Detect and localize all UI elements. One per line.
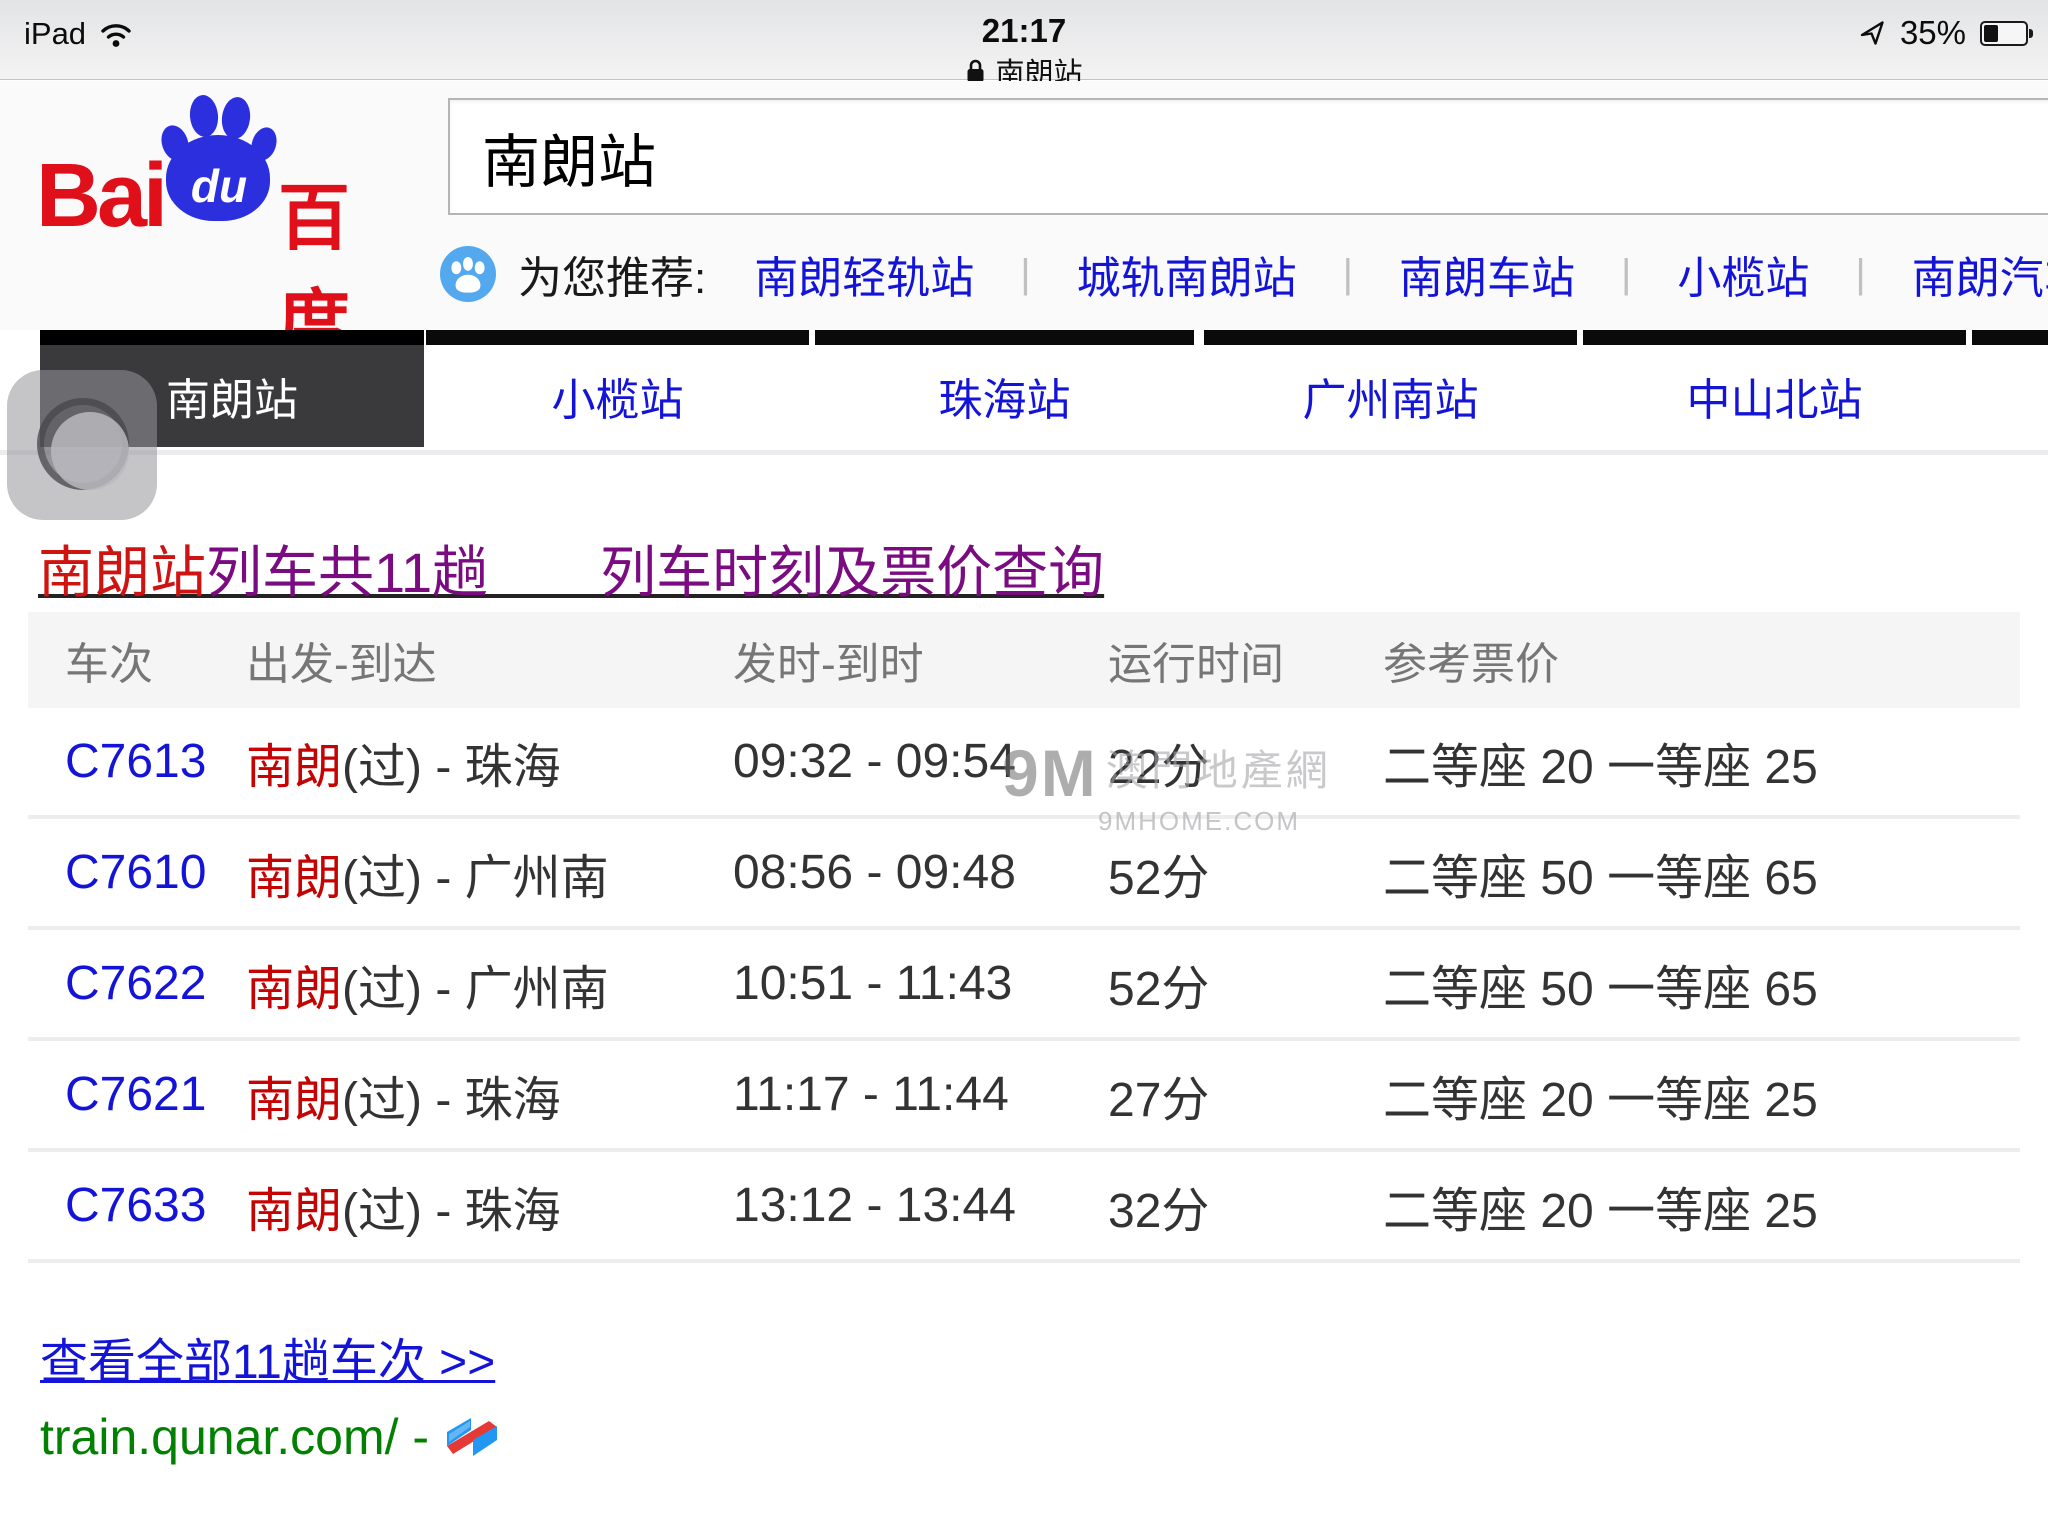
- route-rest: (过) - 珠海: [342, 741, 561, 794]
- route-from-highlight: 南朗: [246, 963, 342, 1016]
- duration-cell: 52分: [1108, 838, 1383, 908]
- suggestion-row: 为您推荐: 南朗轻轨站 | 城轨南朗站 | 南朗车站 | 小榄站 | 南朗汽车: [440, 244, 2048, 304]
- table-row: C7621 南朗(过) - 珠海 11:17 - 11:44 27分 二等座 2…: [28, 1041, 2020, 1152]
- tab-zhongshanbei[interactable]: 中山北站: [1583, 330, 1966, 447]
- train-number-link[interactable]: C7610: [65, 846, 206, 899]
- train-number-link[interactable]: C7622: [65, 957, 206, 1010]
- table-row: C7610 南朗(过) - 广州南 08:56 - 09:48 52分 二等座 …: [28, 819, 2020, 930]
- price-cell: 二等座 20 一等座 25: [1383, 727, 2020, 797]
- clock: 21:17: [0, 12, 2048, 50]
- location-arrow-icon: [1859, 20, 1886, 47]
- tab-zhuhai[interactable]: 珠海站: [815, 330, 1194, 447]
- table-row: C7622 南朗(过) - 广州南 10:51 - 11:43 52分 二等座 …: [28, 930, 2020, 1041]
- station-tab-bar: 南朗站 小榄站 珠海站 广州南站 中山北站: [40, 330, 2048, 448]
- price-cell: 二等座 50 一等座 65: [1383, 838, 2020, 908]
- view-all-trains-link[interactable]: 查看全部11趟车次 >>: [40, 1322, 495, 1392]
- route-from-highlight: 南朗: [246, 852, 342, 905]
- price-cell: 二等座 50 一等座 65: [1383, 949, 2020, 1019]
- train-number-link[interactable]: C7633: [65, 1179, 206, 1232]
- train-number-link[interactable]: C7613: [65, 735, 206, 788]
- source-url: train.qunar.com/ -: [40, 1408, 429, 1466]
- table-header: 车次 出发-到达 发时-到时 运行时间 参考票价: [28, 612, 2020, 708]
- train-number-link[interactable]: C7621: [65, 1068, 206, 1121]
- route-from-highlight: 南朗: [246, 1074, 342, 1127]
- suggest-link-5[interactable]: 南朗汽车: [1912, 244, 2048, 304]
- duration-cell: 52分: [1108, 949, 1383, 1019]
- status-bar: iPad 21:17 南朗站 35%: [0, 0, 2048, 80]
- train-table: 车次 出发-到达 发时-到时 运行时间 参考票价 C7613 南朗(过) - 珠…: [28, 612, 2020, 1263]
- route-rest: (过) - 珠海: [342, 1074, 561, 1127]
- tab-partial[interactable]: [1972, 330, 2048, 447]
- tab-guangzhounan[interactable]: 广州南站: [1204, 330, 1577, 447]
- suggest-link-1[interactable]: 南朗轻轨站: [754, 244, 974, 304]
- separator: |: [1855, 252, 1865, 297]
- time-cell: 13:12 - 13:44: [733, 1178, 1108, 1233]
- col-duration: 运行时间: [1108, 628, 1383, 692]
- time-cell: 10:51 - 11:43: [733, 956, 1108, 1011]
- route-rest: (过) - 广州南: [342, 963, 609, 1016]
- suggest-link-3[interactable]: 南朗车站: [1399, 244, 1575, 304]
- source-line: train.qunar.com/ -: [40, 1408, 501, 1466]
- result-title-link[interactable]: 南朗站列车共11趟 列车时刻及票价查询: [38, 528, 1104, 609]
- col-price: 参考票价: [1383, 628, 2020, 692]
- duration-cell: 32分: [1108, 1171, 1383, 1241]
- separator: |: [1621, 252, 1631, 297]
- suggest-link-2[interactable]: 城轨南朗站: [1077, 244, 1297, 304]
- search-query-text: 南朗站: [482, 115, 656, 199]
- duration-cell: 27分: [1108, 1060, 1383, 1130]
- price-cell: 二等座 20 一等座 25: [1383, 1060, 2020, 1130]
- route-rest: (过) - 广州南: [342, 852, 609, 905]
- price-cell: 二等座 20 一等座 25: [1383, 1171, 2020, 1241]
- table-row: C7613 南朗(过) - 珠海 09:32 - 09:54 22分 二等座 2…: [28, 708, 2020, 819]
- baidu-logo-bai: Bai: [36, 145, 164, 248]
- suggest-link-4[interactable]: 小榄站: [1677, 244, 1809, 304]
- time-cell: 11:17 - 11:44: [733, 1067, 1108, 1122]
- assistive-touch-dot: [51, 412, 129, 490]
- search-input[interactable]: 南朗站: [448, 98, 2048, 215]
- route-rest: (过) - 珠海: [342, 1185, 561, 1238]
- tab-xiaolan[interactable]: 小榄站: [426, 330, 809, 447]
- result-title-query: 南朗站: [38, 541, 206, 604]
- table-row: C7633 南朗(过) - 珠海 13:12 - 13:44 32分 二等座 2…: [28, 1152, 2020, 1263]
- time-cell: 09:32 - 09:54: [733, 734, 1108, 789]
- time-cell: 08:56 - 09:48: [733, 845, 1108, 900]
- route-from-highlight: 南朗: [246, 1185, 342, 1238]
- search-header: Bai du 百度 南朗站 为您推荐: 南朗轻轨站 | 城轨南朗站 | 南朗车站…: [0, 81, 2048, 330]
- suggest-label: 为您推荐:: [518, 244, 706, 304]
- battery-percent: 35%: [1900, 14, 1966, 52]
- duration-cell: 22分: [1108, 727, 1383, 797]
- route-from-highlight: 南朗: [246, 741, 342, 794]
- separator: |: [1343, 252, 1353, 297]
- baidu-logo[interactable]: Bai du 百度: [36, 87, 416, 227]
- col-route: 出发-到达: [246, 628, 733, 692]
- col-times: 发时-到时: [733, 628, 1108, 692]
- battery-icon: [1980, 21, 2028, 46]
- col-trainno: 车次: [28, 628, 246, 692]
- separator: |: [1020, 252, 1030, 297]
- assistive-touch-button[interactable]: [7, 370, 157, 520]
- result-title-rest: 列车共11趟 列车时刻及票价查询: [206, 541, 1104, 604]
- tab-underline: [0, 450, 2048, 455]
- qunar-snapshot-icon: [445, 1416, 501, 1458]
- paw-badge-icon: [440, 246, 496, 302]
- baidu-paw-icon: du: [160, 91, 278, 223]
